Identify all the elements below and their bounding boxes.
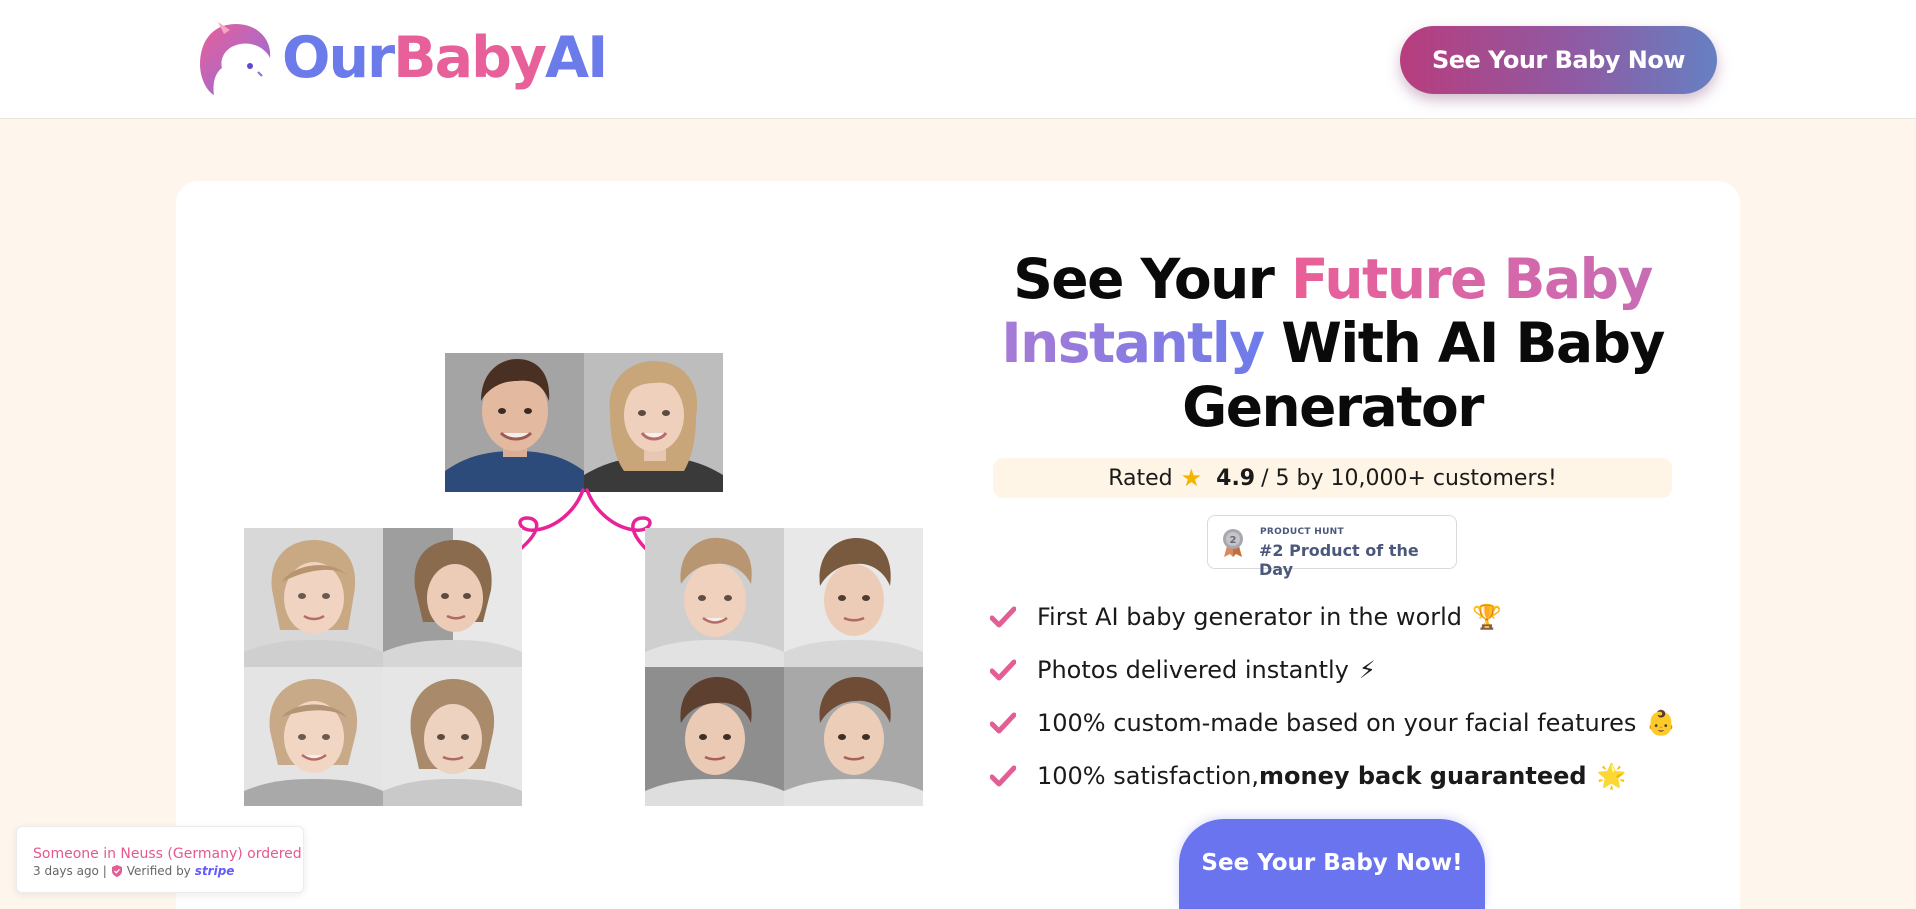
check-icon xyxy=(990,712,1016,733)
lightning-icon: ⚡ xyxy=(1358,655,1376,684)
hero-headline: See Your Future Baby Instantly With AI Ba… xyxy=(990,247,1675,439)
glowing-star-icon: 🌟 xyxy=(1596,761,1627,790)
headline-highlight-instantly: Instantly xyxy=(1001,311,1265,375)
feature-bold-text: money back guaranteed xyxy=(1259,761,1587,790)
check-icon xyxy=(990,765,1016,786)
logo-text-our: Our xyxy=(282,24,395,91)
medal-icon: 2 xyxy=(1223,529,1243,557)
trophy-icon: 🏆 xyxy=(1472,602,1502,631)
rating-score: 4.9 xyxy=(1216,465,1256,491)
feature-text: First AI baby generator in the world xyxy=(1037,602,1463,631)
product-hunt-badge[interactable]: 2 PRODUCT HUNT #2 Product of the Day xyxy=(1207,515,1457,579)
father-photo xyxy=(445,353,584,492)
list-item: 100% custom-made based on your facial fe… xyxy=(990,696,1710,749)
see-your-baby-button[interactable]: See Your Baby Now! xyxy=(1179,819,1485,909)
toast-time: 3 days ago | xyxy=(33,864,107,878)
rating-prefix: Rated xyxy=(1108,465,1173,491)
child-photo xyxy=(244,528,383,667)
headline-part1: See Your xyxy=(1013,247,1292,311)
feature-text: 100% custom-made based on your facial fe… xyxy=(1037,708,1637,737)
toast-meta: 3 days ago | Verified by stripe xyxy=(33,864,234,878)
stripe-logo: stripe xyxy=(194,864,235,878)
star-icon: ★ xyxy=(1180,464,1203,492)
header-cta-button[interactable]: See Your Baby Now xyxy=(1400,26,1717,94)
product-hunt-title: #2 Product of the Day xyxy=(1259,541,1419,579)
headline-highlight-future-baby: Future Baby xyxy=(1291,247,1653,311)
unicorn-baby-logo-icon xyxy=(200,22,272,95)
mother-photo xyxy=(584,353,723,492)
list-item: 100% satisfaction, money back guaranteed… xyxy=(990,749,1710,802)
order-notification-toast[interactable]: Someone in Neuss (Germany) ordered 3 day… xyxy=(16,826,304,893)
child-photo xyxy=(645,528,784,667)
child-photo xyxy=(784,528,923,667)
child-photo xyxy=(645,667,784,806)
child-photo xyxy=(383,667,522,806)
feature-text: Photos delivered instantly xyxy=(1037,655,1349,684)
check-icon xyxy=(990,659,1016,680)
rating-suffix: / 5 by 10,000+ customers! xyxy=(1261,465,1557,491)
product-hunt-label: PRODUCT HUNT xyxy=(1260,527,1344,537)
child-photo xyxy=(383,528,522,667)
toast-message: Someone in Neuss (Germany) ordered xyxy=(33,846,302,862)
logo-text-ai: AI xyxy=(545,24,608,91)
list-item: Photos delivered instantly ⚡ xyxy=(990,643,1710,696)
list-item: First AI baby generator in the world 🏆 xyxy=(990,590,1710,643)
features-list: First AI baby generator in the world 🏆 P… xyxy=(990,590,1710,802)
check-icon xyxy=(990,606,1016,627)
logo-text-baby: Baby xyxy=(393,24,547,91)
verified-shield-icon xyxy=(111,865,122,877)
baby-icon: 👶 xyxy=(1646,708,1677,737)
logo[interactable]: OurBabyAI xyxy=(198,20,608,96)
logo-wordmark: OurBabyAI xyxy=(282,29,608,87)
rating-bar: Rated ★ 4.9 / 5 by 10,000+ customers! xyxy=(993,458,1672,498)
toast-verified-label: Verified by xyxy=(126,864,191,878)
site-header: OurBabyAI See Your Baby Now xyxy=(0,0,1916,119)
feature-text: 100% satisfaction, xyxy=(1037,761,1259,790)
svg-text:2: 2 xyxy=(1230,535,1237,546)
child-photo xyxy=(244,667,383,806)
child-photo xyxy=(784,667,923,806)
